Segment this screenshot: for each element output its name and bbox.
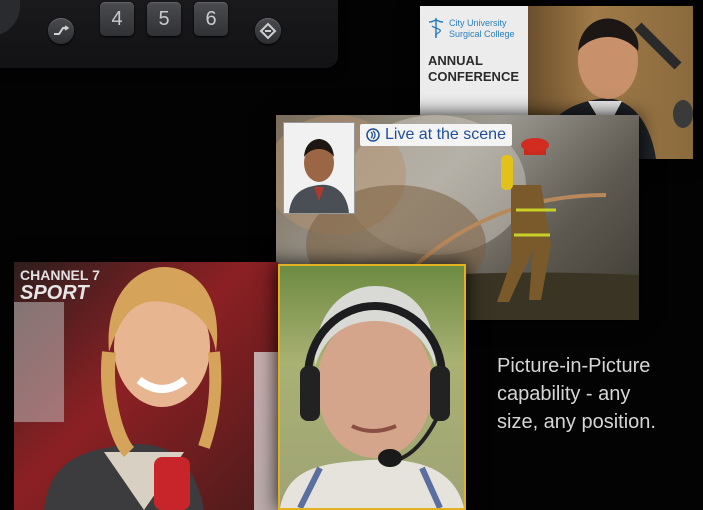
caption-line-3: size, any position.: [497, 411, 656, 433]
caption-line-1: Picture-in-Picture: [497, 355, 651, 377]
commentator-artwork: [280, 286, 464, 508]
conference-title-line-2: CONFERENCE: [428, 69, 520, 84]
commentator-video-frame: [278, 264, 466, 510]
transition-icon: [54, 25, 70, 35]
control-panel: 4 5 6: [0, 0, 338, 68]
sport-video-frame: CHANNEL 7 SPORT: [14, 262, 278, 510]
conference-title-line-1: ANNUAL: [428, 53, 483, 68]
key-4[interactable]: 4: [100, 2, 134, 36]
dial-remnant: [0, 0, 20, 36]
reporter-portrait: [289, 139, 349, 213]
channel-label: CHANNEL 7: [20, 267, 100, 283]
live-badge: Live at the scene: [360, 124, 512, 146]
reporter-inset: [283, 122, 355, 214]
live-signal-icon: [366, 128, 380, 142]
caption-line-2: capability - any: [497, 383, 631, 405]
caduceus-icon: [428, 18, 444, 38]
university-line-1: City University: [449, 18, 507, 28]
keyer-button[interactable]: [255, 18, 281, 44]
live-badge-text: Live at the scene: [385, 126, 506, 143]
key-6[interactable]: 6: [194, 2, 228, 36]
feature-caption: Picture-in-Picture capability - any size…: [497, 352, 697, 436]
sport-brand-label: SPORT: [20, 282, 89, 304]
keyer-icon: [259, 22, 277, 40]
university-line-2: Surgical College: [449, 29, 515, 39]
key-5[interactable]: 5: [147, 2, 181, 36]
transition-button[interactable]: [48, 18, 74, 44]
